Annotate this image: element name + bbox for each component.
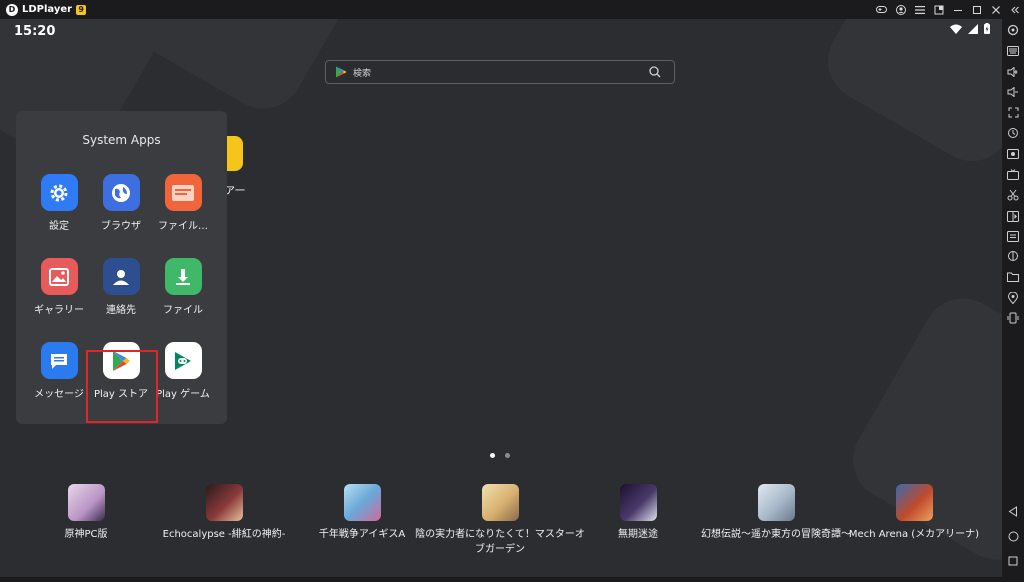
app-label: Play ゲーム <box>156 389 210 400</box>
mech-arena-icon <box>895 484 933 521</box>
app-contacts[interactable]: 連絡先 <box>89 258 153 316</box>
app-label: ファイル <box>163 305 203 316</box>
mugen-icon <box>619 484 657 521</box>
browser-icon <box>102 174 140 211</box>
system-apps-folder: System Apps 設定 ブラウザ ファイル… ギャラリー 連絡先 ファイル… <box>16 111 227 424</box>
scissors-icon[interactable] <box>1006 188 1020 202</box>
minimize-icon[interactable] <box>948 0 967 19</box>
wifi-icon <box>950 24 962 34</box>
gamepad-icon[interactable] <box>872 0 891 19</box>
app-messages[interactable]: メッセージ <box>27 342 91 400</box>
contacts-icon <box>102 258 140 295</box>
account-icon[interactable] <box>891 0 910 19</box>
app-settings[interactable]: 設定 <box>27 174 91 232</box>
page-dot-active[interactable] <box>490 453 495 458</box>
app-gallery[interactable]: ギャラリー <box>27 258 91 316</box>
record-icon[interactable] <box>1006 167 1020 181</box>
battery-icon <box>984 23 990 34</box>
folder-title: System Apps <box>82 133 161 147</box>
folder-icon[interactable] <box>1006 270 1020 284</box>
settings-icon <box>40 174 78 211</box>
collapse-icon[interactable] <box>1005 0 1024 19</box>
app-label: メッセージ <box>34 389 84 400</box>
app-downloads[interactable]: ファイル <box>151 258 215 316</box>
emulator-sidebar <box>1002 19 1024 582</box>
multi-instance-icon[interactable] <box>1006 209 1020 223</box>
selection-highlight <box>86 350 158 423</box>
settings-icon[interactable] <box>1006 23 1020 37</box>
android-home-screen: 15:20 検索 ア一 System Apps 設定 ブラウザ ファイル… ギャ… <box>0 19 1002 577</box>
search-bar[interactable]: 検索 <box>325 60 675 84</box>
menu-icon[interactable] <box>910 0 929 19</box>
genshin-icon <box>67 484 105 521</box>
gallery-icon <box>40 258 78 295</box>
play-store-icon <box>336 66 347 78</box>
page-dot[interactable] <box>505 453 510 458</box>
app-label: ファイル… <box>158 221 208 232</box>
rotate-icon[interactable] <box>1006 311 1020 325</box>
download-icon <box>164 258 202 295</box>
back-icon[interactable] <box>1006 504 1020 518</box>
signal-icon <box>968 23 978 34</box>
keyboard-icon[interactable] <box>1006 44 1020 58</box>
bottom-strip <box>0 577 1002 582</box>
search-placeholder: 検索 <box>353 68 372 79</box>
shake-icon[interactable] <box>1006 249 1020 263</box>
app-label: 設定 <box>49 221 69 232</box>
background-shape <box>813 19 1002 176</box>
screenshot-icon[interactable] <box>1006 147 1020 161</box>
app-label: ギャラリー <box>34 305 84 316</box>
fullscreen-icon[interactable] <box>1006 105 1020 119</box>
version-badge: 9 <box>76 4 87 15</box>
restore-icon[interactable] <box>929 0 948 19</box>
volume-down-icon[interactable] <box>1006 85 1020 99</box>
message-icon <box>40 342 78 379</box>
maximize-icon[interactable] <box>967 0 986 19</box>
ldplayer-logo-icon: D <box>6 3 18 16</box>
location-icon[interactable] <box>1006 291 1020 305</box>
play-games-icon <box>164 342 202 379</box>
search-icon[interactable] <box>649 66 661 78</box>
sync-icon[interactable] <box>1006 126 1020 140</box>
close-icon[interactable] <box>986 0 1005 19</box>
background-shape <box>122 19 358 124</box>
app-label: ブラウザ <box>101 221 141 232</box>
app-name: LDPlayer <box>22 4 73 15</box>
home-icon[interactable] <box>1006 529 1020 543</box>
app-browser[interactable]: ブラウザ <box>89 174 153 232</box>
game-label: Mech Arena (メカアリーナ) <box>848 529 980 540</box>
kage-icon <box>481 484 519 521</box>
volume-up-icon[interactable] <box>1006 65 1020 79</box>
app-label: 連絡先 <box>106 305 136 316</box>
files-icon <box>164 174 202 211</box>
app-play-games[interactable]: Play ゲーム <box>151 342 215 400</box>
status-icons <box>950 23 990 34</box>
app-file-manager[interactable]: ファイル… <box>151 174 215 232</box>
title-bar: D LDPlayer 9 <box>0 0 1024 19</box>
game-mech-arena[interactable]: Mech Arena (メカアリーナ) <box>829 484 999 542</box>
aigis-icon <box>343 484 381 521</box>
recents-icon[interactable] <box>1006 554 1020 568</box>
hidden-app-label: ア一 <box>225 186 245 197</box>
apk-icon[interactable] <box>1006 229 1020 243</box>
genso-icon <box>757 484 795 521</box>
app-logo: D LDPlayer 9 <box>6 3 87 16</box>
status-time: 15:20 <box>14 24 56 39</box>
echocalypse-icon <box>205 484 243 521</box>
